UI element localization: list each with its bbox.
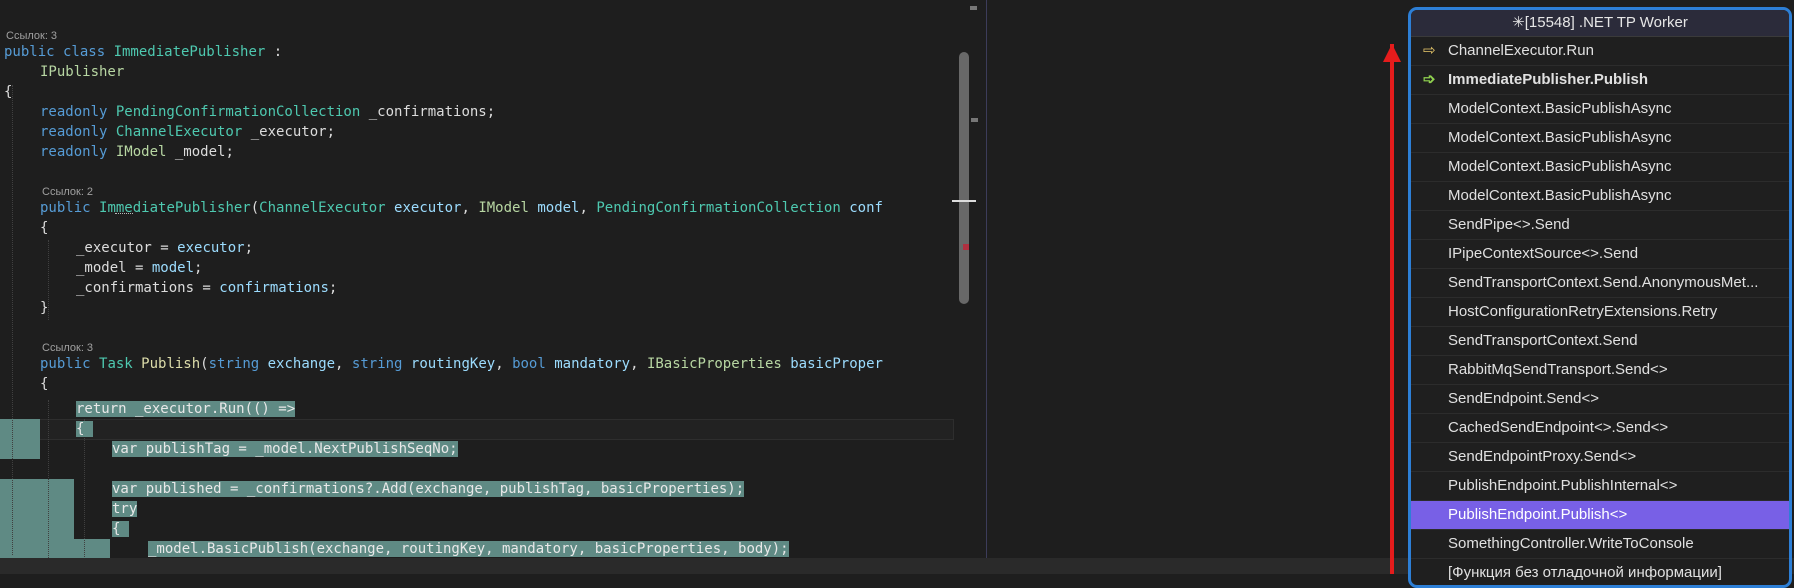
current-line-highlight	[0, 419, 954, 440]
call-stack-popup[interactable]: ✳[15548] .NET TP Worker ⇨ ChannelExecutor…	[1408, 7, 1792, 588]
code-line: public class ImmediatePublisher :	[4, 44, 283, 60]
code-line: {	[4, 84, 13, 100]
frame-label: ModelContext.BasicPublishAsync	[1448, 158, 1672, 175]
frame-label: SendEndpointProxy.Send<>	[1448, 448, 1637, 465]
code-line: readonly ChannelExecutor _executor;	[40, 124, 336, 140]
code-line: _model = model;	[76, 260, 203, 276]
frame-label: PublishEndpoint.PublishInternal<>	[1448, 477, 1678, 494]
frame-label: SendTransportContext.Send	[1448, 332, 1638, 349]
frame-label: [Функция без отладочной информации]	[1448, 564, 1722, 581]
call-stack-frame[interactable]: SendEndpointProxy.Send<>	[1411, 443, 1789, 472]
code-line: {	[112, 521, 129, 537]
frame-label: SendTransportContext.Send.AnonymousMet..…	[1448, 274, 1759, 291]
call-stack-frame[interactable]: RabbitMqSendTransport.Send<>	[1411, 356, 1789, 385]
code-line: var publishTag = _model.NextPublishSeqNo…	[112, 441, 458, 457]
call-stack-frame[interactable]: ModelContext.BasicPublishAsync	[1411, 182, 1789, 211]
code-line: IPublisher	[40, 64, 125, 80]
call-stack-frame[interactable]: SendTransportContext.Send.AnonymousMet..…	[1411, 269, 1789, 298]
frame-label: ModelContext.BasicPublishAsync	[1448, 129, 1672, 146]
frame-label: IPipeContextSource<>.Send	[1448, 245, 1639, 262]
frame-label: SendEndpoint.Send<>	[1448, 390, 1599, 407]
code-line: _confirmations = confirmations;	[76, 280, 338, 296]
call-stack-frame[interactable]: PublishEndpoint.Publish<>	[1411, 501, 1789, 530]
frame-label: RabbitMqSendTransport.Send<>	[1448, 361, 1668, 378]
scroll-marker	[971, 118, 978, 122]
pane-splitter[interactable]	[986, 0, 987, 574]
scroll-marker	[970, 6, 977, 10]
call-stack-frame-list: ⇨ ChannelExecutor.Run ➩ ImmediatePublisher.…	[1411, 37, 1789, 585]
thread-icon: ✳	[1512, 14, 1525, 31]
code-line: try	[112, 501, 138, 517]
frame-label: ModelContext.BasicPublishAsync	[1448, 187, 1672, 204]
call-stack-frame[interactable]: ModelContext.BasicPublishAsync	[1411, 153, 1789, 182]
call-stack-frame[interactable]: PublishEndpoint.PublishInternal<>	[1411, 472, 1789, 501]
selection-row	[0, 539, 110, 559]
code-line: return _executor.Run(() =>	[76, 401, 296, 417]
caret-position-marker	[952, 200, 976, 202]
code-line: {	[76, 421, 93, 437]
call-stack-frame[interactable]: ModelContext.BasicPublishAsync	[1411, 124, 1789, 153]
call-stack-frame[interactable]: CachedSendEndpoint<>.Send<>	[1411, 414, 1789, 443]
annotation-arrow	[1390, 44, 1394, 574]
call-stack-frame[interactable]: HostConfigurationRetryExtensions.Retry	[1411, 298, 1789, 327]
code-line: _executor = executor;	[76, 240, 254, 256]
code-line: readonly IModel _model;	[40, 144, 234, 160]
quick-action-indicator[interactable]	[115, 213, 133, 214]
code-line: readonly PendingConfirmationCollection _…	[40, 104, 496, 120]
frame-label: PublishEndpoint.Publish<>	[1448, 506, 1628, 523]
code-line: {	[40, 376, 49, 392]
call-stack-frame[interactable]: ➩ ImmediatePublisher.Publish	[1411, 66, 1789, 95]
frame-label: ModelContext.BasicPublishAsync	[1448, 100, 1672, 117]
code-editor[interactable]: Ссылок: 3 public class ImmediatePublishe…	[0, 0, 960, 574]
call-stack-frame[interactable]: SendPipe<>.Send	[1411, 211, 1789, 240]
code-line: {	[40, 220, 49, 236]
call-stack-frame[interactable]: SendEndpoint.Send<>	[1411, 385, 1789, 414]
code-line: public Task Publish(string exchange, str…	[40, 356, 883, 372]
vertical-scrollbar-thumb[interactable]	[959, 52, 969, 304]
indent-guide	[84, 419, 85, 559]
call-stack-frame[interactable]: SendTransportContext.Send	[1411, 327, 1789, 356]
frame-label: SomethingController.WriteToConsole	[1448, 535, 1694, 552]
code-line: }	[40, 300, 49, 316]
call-stack-frame[interactable]: IPipeContextSource<>.Send	[1411, 240, 1789, 269]
return-arrow-icon: ⇨	[1423, 42, 1436, 59]
call-stack-frame[interactable]: ⇨ ChannelExecutor.Run	[1411, 37, 1789, 66]
call-stack-frame[interactable]: SomethingController.WriteToConsole	[1411, 530, 1789, 559]
current-frame-arrow-icon: ➩	[1423, 71, 1436, 88]
call-stack-frame[interactable]: ModelContext.BasicPublishAsync	[1411, 95, 1789, 124]
code-line: public ImmediatePublisher(ChannelExecuto…	[40, 200, 883, 216]
code-text: Ссылок: 3 public class ImmediatePublishe…	[0, 0, 883, 557]
breakpoint-marker	[963, 244, 969, 250]
frame-label: ImmediatePublisher.Publish	[1448, 71, 1649, 88]
frame-label: SendPipe<>.Send	[1448, 216, 1570, 233]
code-line: var published = _confirmations?.Add(exch…	[112, 481, 745, 497]
call-stack-title: ✳[15548] .NET TP Worker	[1411, 10, 1789, 37]
frame-label: HostConfigurationRetryExtensions.Retry	[1448, 303, 1718, 320]
indent-guide	[48, 400, 49, 560]
code-line: _model.BasicPublish(exchange, routingKey…	[148, 541, 789, 557]
frame-label: ChannelExecutor.Run	[1448, 42, 1594, 59]
frame-label: CachedSendEndpoint<>.Send<>	[1448, 419, 1669, 436]
